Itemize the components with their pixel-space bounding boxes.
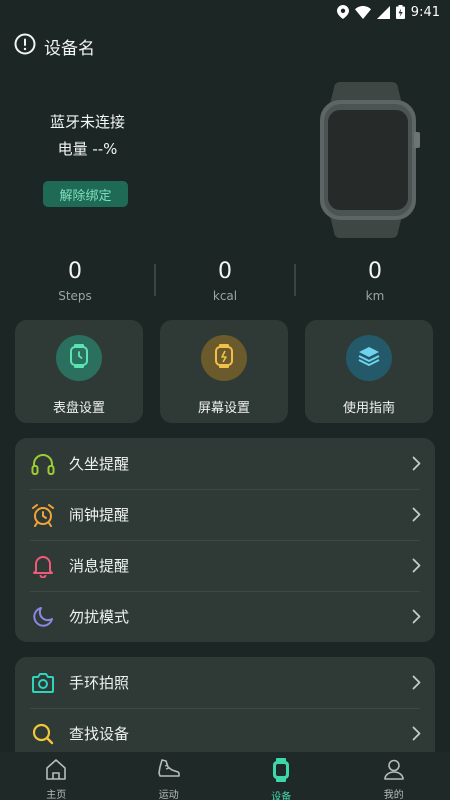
chevron-right-icon [412, 609, 421, 628]
watch-face-settings-card[interactable]: 表盘设置 [15, 320, 143, 423]
bottom-tab-bar: 主页 运动 设备 我的 [0, 752, 450, 800]
message-reminder-label: 消息提醒 [69, 557, 130, 575]
quick-actions: 表盘设置 屏幕设置 使用指南 [15, 320, 435, 423]
screen-settings-icon [214, 344, 234, 372]
screen-settings-icon-circle [201, 335, 247, 381]
distance-stat: 0 km [300, 258, 450, 308]
steps-stat: 0 Steps [0, 258, 150, 308]
chevron-right-icon [412, 726, 421, 745]
camera-icon [31, 671, 55, 695]
message-reminder-item[interactable]: 消息提醒 [15, 540, 435, 591]
remote-camera-item[interactable]: 手环拍照 [15, 657, 435, 708]
battery-level: 电量 --% [57, 140, 118, 158]
distance-value: 0 [368, 259, 382, 284]
remote-camera-label: 手环拍照 [69, 674, 130, 692]
calories-unit: kcal [212, 289, 238, 303]
wifi-icon [354, 5, 371, 19]
tab-sport[interactable]: 运动 [113, 752, 226, 800]
tools-menu: 手环拍照 查找设备 [15, 657, 435, 767]
watch-icon [271, 758, 291, 786]
sneaker-icon [157, 758, 181, 784]
steps-unit: Steps [58, 289, 92, 303]
bell-icon [31, 554, 55, 578]
screen-settings-card[interactable]: 屏幕设置 [160, 320, 288, 423]
distance-unit: km [365, 289, 385, 303]
status-time: 9:41 [410, 4, 440, 20]
reminders-menu: 久坐提醒 闹钟提醒 消息提醒 勿扰模式 [15, 438, 435, 642]
signal-icon [376, 5, 390, 19]
alarm-reminder-item[interactable]: 闹钟提醒 [15, 489, 435, 540]
calories-stat: 0 kcal [150, 258, 300, 308]
user-guide-icon-circle [346, 335, 392, 381]
home-icon [44, 758, 68, 784]
user-icon [383, 758, 405, 784]
user-guide-label: 使用指南 [342, 401, 395, 416]
chevron-right-icon [412, 558, 421, 577]
moon-icon [31, 605, 55, 629]
stat-divider [294, 264, 296, 296]
chevron-right-icon [412, 456, 421, 475]
tab-sport-label: 运动 [158, 790, 179, 800]
watch-face-icon-circle [56, 335, 102, 381]
user-guide-card[interactable]: 使用指南 [305, 320, 433, 423]
chevron-right-icon [412, 507, 421, 526]
sedentary-reminder-label: 久坐提醒 [69, 455, 130, 473]
headphones-icon [31, 452, 55, 476]
do-not-disturb-label: 勿扰模式 [69, 608, 130, 626]
search-icon [31, 722, 55, 746]
status-bar: 9:41 [0, 0, 450, 24]
tab-device[interactable]: 设备 [225, 752, 338, 800]
calories-value: 0 [218, 259, 232, 284]
tab-home[interactable]: 主页 [0, 752, 113, 800]
unbind-button[interactable]: 解除绑定 [43, 181, 128, 207]
location-icon [336, 5, 349, 19]
activity-stats: 0 Steps 0 kcal 0 km [0, 258, 450, 308]
sedentary-reminder-item[interactable]: 久坐提醒 [15, 438, 435, 489]
tab-device-label: 设备 [271, 792, 292, 800]
alarm-clock-icon [31, 503, 55, 527]
bluetooth-status: 蓝牙未连接 [49, 113, 125, 131]
device-name-title: 设备名 [44, 38, 95, 59]
find-device-label: 查找设备 [69, 725, 130, 743]
steps-value: 0 [68, 259, 82, 284]
tab-profile[interactable]: 我的 [338, 752, 450, 800]
chevron-right-icon [412, 675, 421, 694]
device-info: 蓝牙未连接 电量 --% [40, 112, 135, 159]
battery-charging-icon [395, 5, 405, 19]
watch-face-icon [69, 344, 89, 372]
do-not-disturb-item[interactable]: 勿扰模式 [15, 591, 435, 642]
layers-icon [358, 346, 380, 370]
tab-home-label: 主页 [46, 790, 67, 800]
alert-circle-icon[interactable] [14, 33, 36, 59]
stat-divider [154, 264, 156, 296]
tab-profile-label: 我的 [383, 790, 404, 800]
smartwatch-illustration [318, 80, 422, 244]
screen-settings-label: 屏幕设置 [197, 401, 250, 416]
watch-face-settings-label: 表盘设置 [52, 401, 105, 416]
header: 设备名 [14, 33, 95, 59]
alarm-reminder-label: 闹钟提醒 [69, 506, 130, 524]
